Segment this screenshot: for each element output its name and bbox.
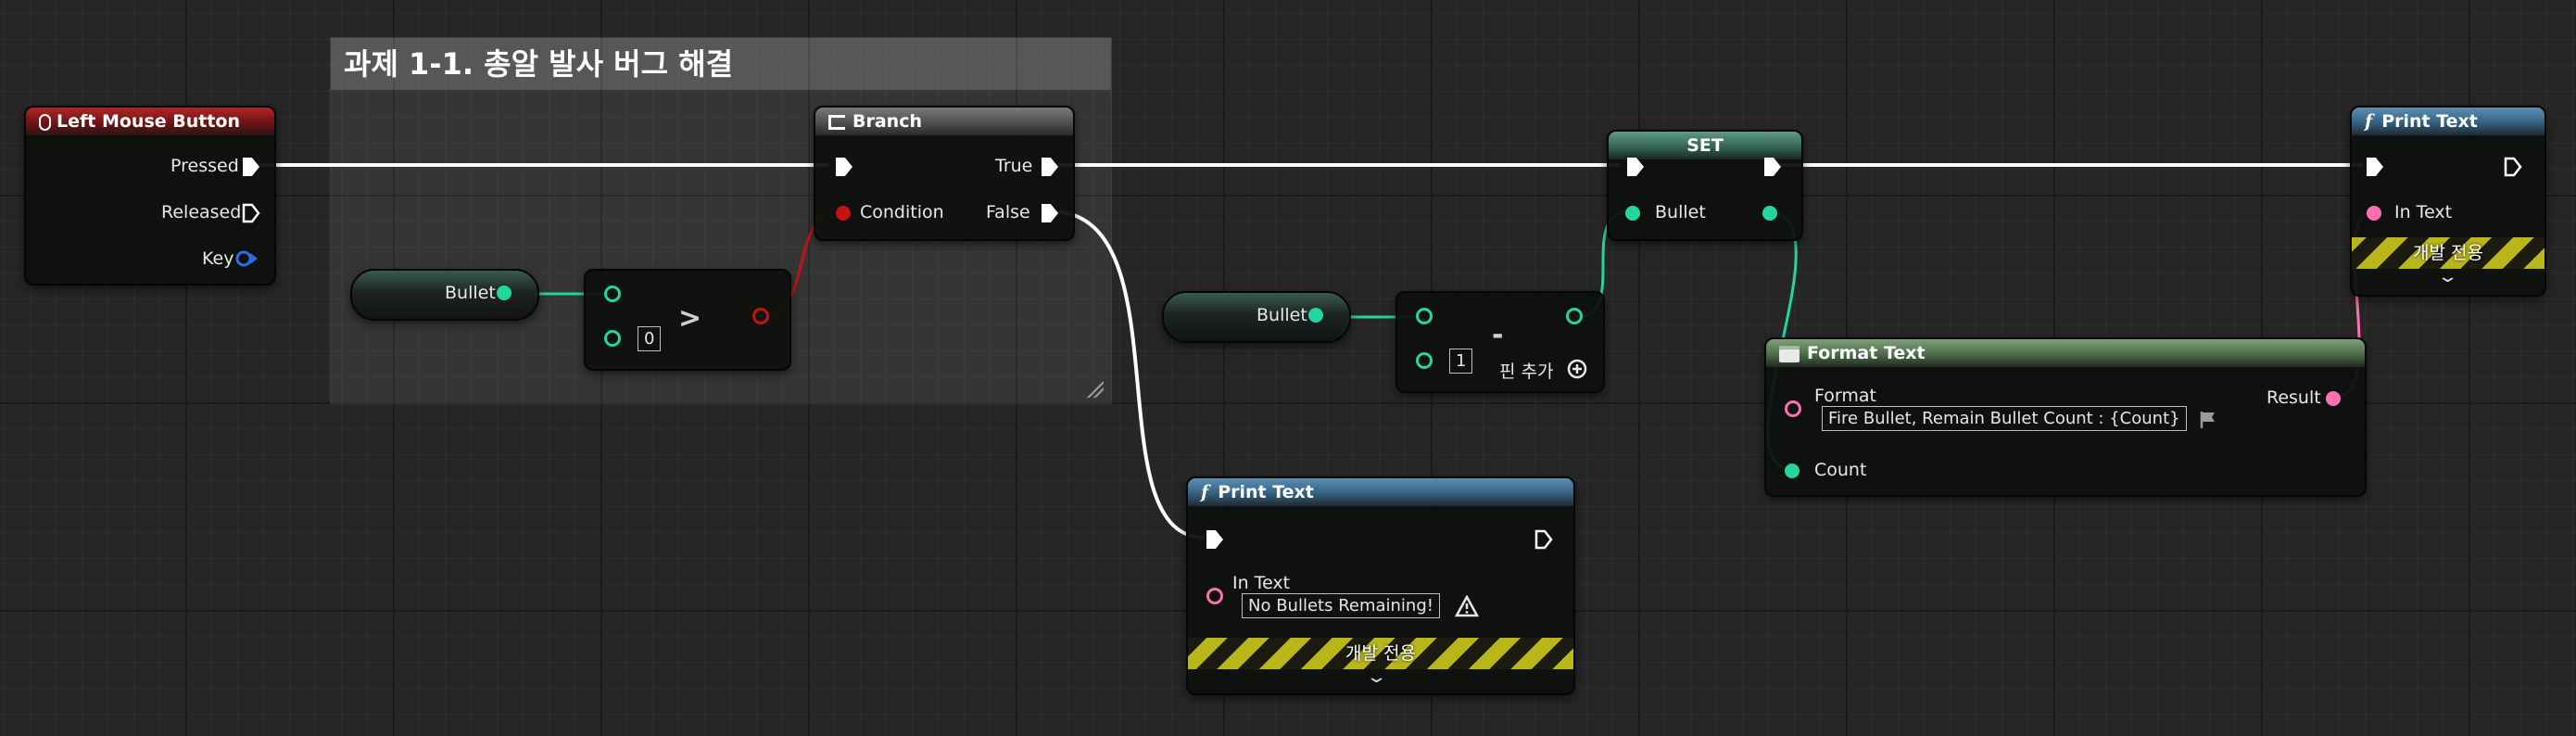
set-exec-out-pin[interactable] — [1764, 158, 1781, 176]
print-exec-in-pin-right[interactable] — [2367, 158, 2383, 176]
released-exec-pin[interactable] — [242, 203, 260, 223]
dev-only-stripe-right: 개발 전용 — [2352, 237, 2544, 269]
format-text-icon — [1779, 345, 1799, 362]
greater-operator: > — [678, 302, 702, 335]
condition-pin[interactable] — [836, 206, 851, 221]
in-text-field-bottom[interactable]: No Bullets Remaining! — [1242, 593, 1440, 618]
print-exec-in-pin-bottom[interactable] — [1206, 530, 1223, 549]
bullet-output-pin-1[interactable] — [497, 286, 511, 300]
greater-literal-field[interactable]: 0 — [638, 326, 662, 351]
expand-chevron-right[interactable]: ⌄ — [2436, 267, 2458, 286]
exec-wire-false-print — [1050, 209, 1206, 539]
branch-icon — [828, 114, 845, 130]
dev-only-stripe-bottom: 개발 전용 — [1188, 638, 1573, 669]
false-exec-pin[interactable] — [1042, 204, 1058, 222]
branch-exec-in-pin[interactable] — [836, 158, 852, 176]
warning-icon — [1455, 595, 1479, 617]
print-text-node-bottom[interactable]: f Print Text In Text No Bullets Remaining… — [1186, 476, 1575, 695]
localization-flag-icon[interactable] — [2198, 410, 2218, 430]
branch-node[interactable]: Branch True Condition False — [814, 106, 1075, 241]
subtract-input-b-pin[interactable] — [1416, 352, 1433, 369]
subtract-node[interactable]: 1 - 핀 추가 — [1395, 291, 1605, 393]
bullet-variable-node-1[interactable]: Bullet — [350, 269, 539, 321]
subtract-operator: - — [1492, 319, 1504, 351]
pressed-label: Pressed — [170, 156, 239, 176]
print-exec-out-pin-right[interactable] — [2504, 157, 2522, 177]
condition-label: Condition — [860, 202, 944, 222]
format-text-title: Format Text — [1807, 343, 1926, 363]
released-label: Released — [161, 202, 242, 222]
format-pin[interactable] — [1785, 400, 1801, 417]
true-label: True — [995, 156, 1033, 176]
result-label: Result — [2267, 387, 2321, 408]
add-pin-icon[interactable] — [1566, 358, 1588, 380]
set-exec-in-pin[interactable] — [1627, 158, 1644, 176]
left-mouse-button-node[interactable]: Left Mouse Button Pressed Released Key — [24, 106, 276, 286]
key-pin[interactable] — [235, 248, 259, 269]
greater-node[interactable]: 0 > — [584, 269, 791, 371]
greater-input-a-pin[interactable] — [604, 286, 621, 302]
in-text-label-right: In Text — [2394, 202, 2453, 222]
format-text-header: Format Text — [1766, 339, 2365, 367]
set-node[interactable]: SET Bullet — [1607, 130, 1803, 241]
in-text-label-bottom: In Text — [1232, 573, 1291, 593]
format-text-node[interactable]: Format Text Format Fire Bullet, Remain B… — [1764, 337, 2367, 497]
count-pin[interactable] — [1785, 463, 1799, 478]
greater-output-pin[interactable] — [752, 308, 769, 324]
bullet-variable-node-2[interactable]: Bullet — [1162, 291, 1351, 343]
expand-chevron-bottom[interactable]: ⌄ — [1365, 667, 1387, 687]
left-mouse-button-header: Left Mouse Button — [26, 108, 274, 135]
key-label: Key — [202, 248, 234, 269]
print-text-header-right: f Print Text — [2352, 108, 2544, 135]
dev-only-label-bottom: 개발 전용 — [1345, 643, 1416, 664]
branch-header: Branch — [815, 108, 1073, 135]
function-icon-right: f — [2365, 111, 2373, 132]
print-text-title-right: Print Text — [2381, 111, 2478, 132]
pressed-exec-pin[interactable] — [243, 158, 259, 176]
set-bullet-label: Bullet — [1655, 202, 1706, 222]
true-exec-pin[interactable] — [1042, 158, 1058, 176]
print-text-header-bottom: f Print Text — [1188, 478, 1573, 506]
set-bullet-input-pin[interactable] — [1625, 206, 1640, 221]
print-text-title-bottom: Print Text — [1218, 482, 1314, 502]
print-exec-out-pin-bottom[interactable] — [1534, 529, 1553, 550]
format-label: Format — [1814, 386, 1876, 406]
add-pin-label[interactable]: 핀 추가 — [1499, 358, 1553, 383]
function-icon: f — [1201, 482, 1209, 502]
subtract-output-pin[interactable] — [1566, 308, 1583, 324]
bullet-output-pin-2[interactable] — [1308, 308, 1323, 323]
format-field[interactable]: Fire Bullet, Remain Bullet Count : {Coun… — [1822, 406, 2187, 431]
in-text-pin-right[interactable] — [2367, 206, 2381, 221]
count-label: Count — [1814, 460, 1867, 480]
result-pin[interactable] — [2326, 391, 2341, 406]
left-mouse-button-title: Left Mouse Button — [57, 111, 241, 132]
greater-input-b-pin[interactable] — [604, 330, 621, 347]
bullet-variable-label-2: Bullet — [1256, 305, 1307, 325]
subtract-literal-field[interactable]: 1 — [1449, 349, 1473, 374]
subtract-input-a-pin[interactable] — [1416, 308, 1433, 324]
dev-only-label-right: 개발 전용 — [2413, 243, 2483, 263]
false-label: False — [986, 202, 1030, 222]
mouse-icon — [39, 113, 51, 131]
in-text-pin-bottom[interactable] — [1206, 588, 1223, 604]
set-header: SET — [1609, 132, 1801, 159]
branch-title: Branch — [852, 111, 922, 132]
print-text-node-right[interactable]: f Print Text In Text 개발 전용 ⌄ — [2350, 106, 2546, 297]
set-bullet-output-pin[interactable] — [1762, 206, 1777, 221]
bullet-variable-label-1: Bullet — [445, 283, 496, 303]
